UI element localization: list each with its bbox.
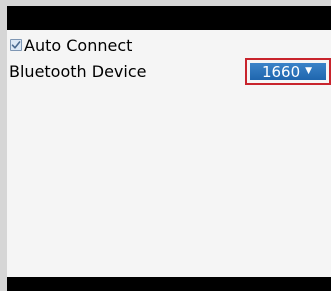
bluetooth-device-dropdown-focus[interactable]: 1660 ▼: [245, 58, 331, 85]
device-screen: Auto Connect Bluetooth Device 1660 ▼: [7, 6, 331, 291]
chevron-down-icon: ▼: [305, 66, 313, 76]
bluetooth-device-label: Bluetooth Device: [9, 61, 147, 81]
dropdown-value: 1660: [261, 62, 301, 81]
checkmark-icon: [11, 41, 21, 49]
title-bar: [7, 6, 331, 30]
auto-connect-label: Auto Connect: [24, 35, 133, 55]
app-frame: Auto Connect Bluetooth Device 1660 ▼: [0, 0, 331, 291]
bluetooth-device-dropdown[interactable]: 1660 ▼: [250, 62, 326, 81]
auto-connect-row[interactable]: Auto Connect: [7, 34, 132, 56]
auto-connect-checkbox[interactable]: [10, 39, 22, 51]
settings-panel: Auto Connect Bluetooth Device 1660 ▼: [7, 30, 331, 277]
bluetooth-device-row: Bluetooth Device: [9, 59, 146, 83]
bottom-bar: [7, 277, 331, 291]
